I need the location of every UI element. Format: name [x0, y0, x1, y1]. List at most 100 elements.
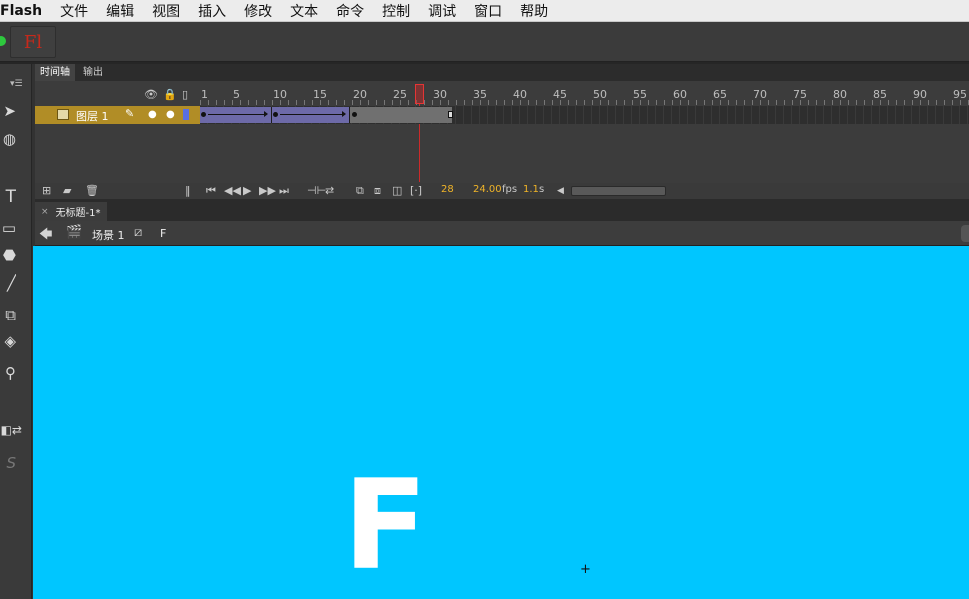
menu-debug[interactable]: 调试 [428, 1, 456, 21]
document-title: 无标题-1* [55, 208, 101, 219]
menu-file[interactable]: 文件 [60, 1, 88, 21]
timeline-header: 👁 🔒 ▯ 1 5 10 15 20 25 30 35 40 45 50 55 60 65 70 75 80 85… [35, 87, 969, 105]
center-frame-icon[interactable]: ⊣⊢ [307, 184, 326, 197]
layer-name[interactable]: 图层 1 [76, 108, 109, 124]
edit-multiple-icon[interactable]: ◫ [392, 184, 402, 197]
menu-bar: Flash 文件 编辑 视图 插入 修改 文本 命令 控制 调试 窗口 帮助 [0, 0, 969, 22]
visibility-dot-icon[interactable]: ● [148, 109, 157, 120]
breadcrumb-symbol[interactable]: F [160, 227, 166, 240]
lock-icon[interactable]: 🔒 [163, 88, 177, 101]
stroke-icon: S [6, 454, 16, 472]
zoom-icon[interactable]: ⚲ [0, 364, 16, 382]
play-icon[interactable]: ▶ [243, 184, 251, 197]
last-frame-icon[interactable]: ⏭ [279, 184, 289, 198]
end-frame[interactable] [448, 111, 453, 118]
ruler-number: 75 [793, 88, 807, 101]
document-tab-bar: × 无标题-1* [35, 199, 969, 221]
keyframe[interactable] [273, 112, 278, 117]
breadcrumb-scene[interactable]: 场景 1 [92, 227, 125, 243]
motion-tween-1[interactable] [200, 107, 272, 123]
keyframe[interactable] [201, 112, 206, 117]
edit-bar: 🡄 🎬 场景 1 ⧄ F [35, 221, 969, 246]
app-bar: Fl [0, 22, 969, 62]
frame-track[interactable] [200, 106, 969, 124]
frame-ruler[interactable]: 1 5 10 15 20 25 30 35 40 45 50 55 60 65 70 75 80 85 90 95 [200, 87, 969, 105]
ruler-number: 30 [433, 88, 447, 101]
pencil-icon: ✎ [125, 107, 135, 120]
static-frames[interactable] [350, 107, 452, 123]
selection-icon[interactable]: ➤ [0, 102, 16, 120]
menu-window[interactable]: 窗口 [474, 1, 502, 21]
app-menu[interactable]: Flash [0, 3, 42, 19]
stage[interactable]: F + [33, 246, 969, 599]
step-back-icon[interactable]: ◀◀ [224, 184, 241, 197]
timeline-controls: ⊞ ▰ 🗑 ‖ ⏮ ◀◀ ▶ ▶▶ ⏭ ⊣⊢ ⇄ ⧉ ⧈ ◫ [·] 28 24… [35, 183, 969, 199]
stage-text-f[interactable]: F [343, 464, 428, 588]
menu-commands[interactable]: 命令 [336, 1, 364, 21]
flash-logo: Fl [10, 26, 56, 58]
symbol-icon: ⧄ [134, 225, 143, 240]
tab-timeline[interactable]: 时间轴 [35, 64, 75, 81]
motion-tween-2[interactable] [272, 107, 350, 123]
ruler-number: 60 [673, 88, 687, 101]
onion-skin-icon[interactable]: ⧉ [356, 184, 364, 198]
menu-help[interactable]: 帮助 [520, 1, 548, 21]
ruler-number: 85 [873, 88, 887, 101]
ruler-number: 95 [953, 88, 967, 101]
eraser-icon[interactable]: ◈ [0, 332, 16, 350]
loop-icon[interactable]: ⇄ [325, 184, 334, 197]
panel-grip-icon[interactable]: ‖ [185, 184, 191, 197]
text-icon[interactable]: T [0, 188, 16, 206]
paint-bucket-icon[interactable]: ⧉ [0, 306, 16, 324]
crosshair-cursor-icon: + [580, 562, 591, 577]
window-zoom-button[interactable] [0, 36, 6, 46]
close-icon[interactable]: × [41, 207, 49, 217]
menu-edit[interactable]: 编辑 [106, 1, 134, 21]
ruler-number: 70 [753, 88, 767, 101]
elapsed-time[interactable]: 1.1 [523, 184, 539, 195]
ruler-number: 90 [913, 88, 927, 101]
new-layer-icon[interactable]: ⊞ [42, 184, 51, 197]
ruler-number: 1 [201, 88, 208, 101]
ruler-number: 40 [513, 88, 527, 101]
lock-dot-icon[interactable]: ● [166, 109, 175, 120]
menu-control[interactable]: 控制 [382, 1, 410, 21]
rectangle-icon[interactable]: ▭ [0, 219, 16, 237]
polygon-icon[interactable]: ⬣ [0, 246, 16, 264]
layer-color-swatch[interactable] [183, 109, 189, 120]
menu-insert[interactable]: 插入 [198, 1, 226, 21]
ruler-number: 10 [273, 88, 287, 101]
onion-outline-icon[interactable]: ⧈ [374, 184, 381, 198]
scroll-left-icon[interactable]: ◀ [557, 186, 564, 196]
first-frame-icon[interactable]: ⏮ [206, 184, 216, 198]
document-tab[interactable]: × 无标题-1* [35, 202, 107, 221]
flash-window: Flash 文件 编辑 视图 插入 修改 文本 命令 控制 调试 窗口 帮助 F… [0, 0, 969, 599]
back-arrow-icon[interactable]: 🡄 [39, 225, 52, 247]
fps-value[interactable]: 24.00 [473, 184, 502, 195]
keyframe[interactable] [352, 112, 357, 117]
fps-unit: fps [502, 184, 518, 195]
timeline-scrollbar[interactable] [571, 186, 666, 196]
current-frame[interactable]: 28 [441, 184, 454, 195]
menu-modify[interactable]: 修改 [244, 1, 272, 21]
menu-text[interactable]: 文本 [290, 1, 318, 21]
3d-rotation-icon[interactable]: ◍ [0, 130, 16, 148]
tab-output[interactable]: 输出 [78, 64, 108, 81]
playhead[interactable] [415, 84, 424, 104]
ruler-number: 50 [593, 88, 607, 101]
eye-icon[interactable]: 👁 [144, 88, 158, 101]
outline-icon[interactable]: ▯ [182, 88, 188, 101]
layer-row[interactable]: 图层 1 ✎ ● ● [35, 106, 200, 124]
step-forward-icon[interactable]: ▶▶ [259, 184, 276, 197]
timeline-panel: 👁 🔒 ▯ 1 5 10 15 20 25 30 35 40 45 50 55 60 65 70 75 80 85… [35, 81, 969, 199]
ruler-number: 20 [353, 88, 367, 101]
trash-icon[interactable]: 🗑 [85, 184, 99, 197]
onion-markers-icon[interactable]: [·] [410, 184, 422, 197]
swap-colors-icon[interactable]: ◧⇄ [0, 421, 22, 439]
timeline-tab-bar: 时间轴 输出 [35, 64, 969, 81]
new-folder-icon[interactable]: ▰ [63, 184, 71, 197]
ruler-number: 55 [633, 88, 647, 101]
panel-menu-icon[interactable]: ▾☰ [10, 80, 28, 89]
brush-icon[interactable]: ╱ [0, 274, 16, 292]
menu-view[interactable]: 视图 [152, 1, 180, 21]
